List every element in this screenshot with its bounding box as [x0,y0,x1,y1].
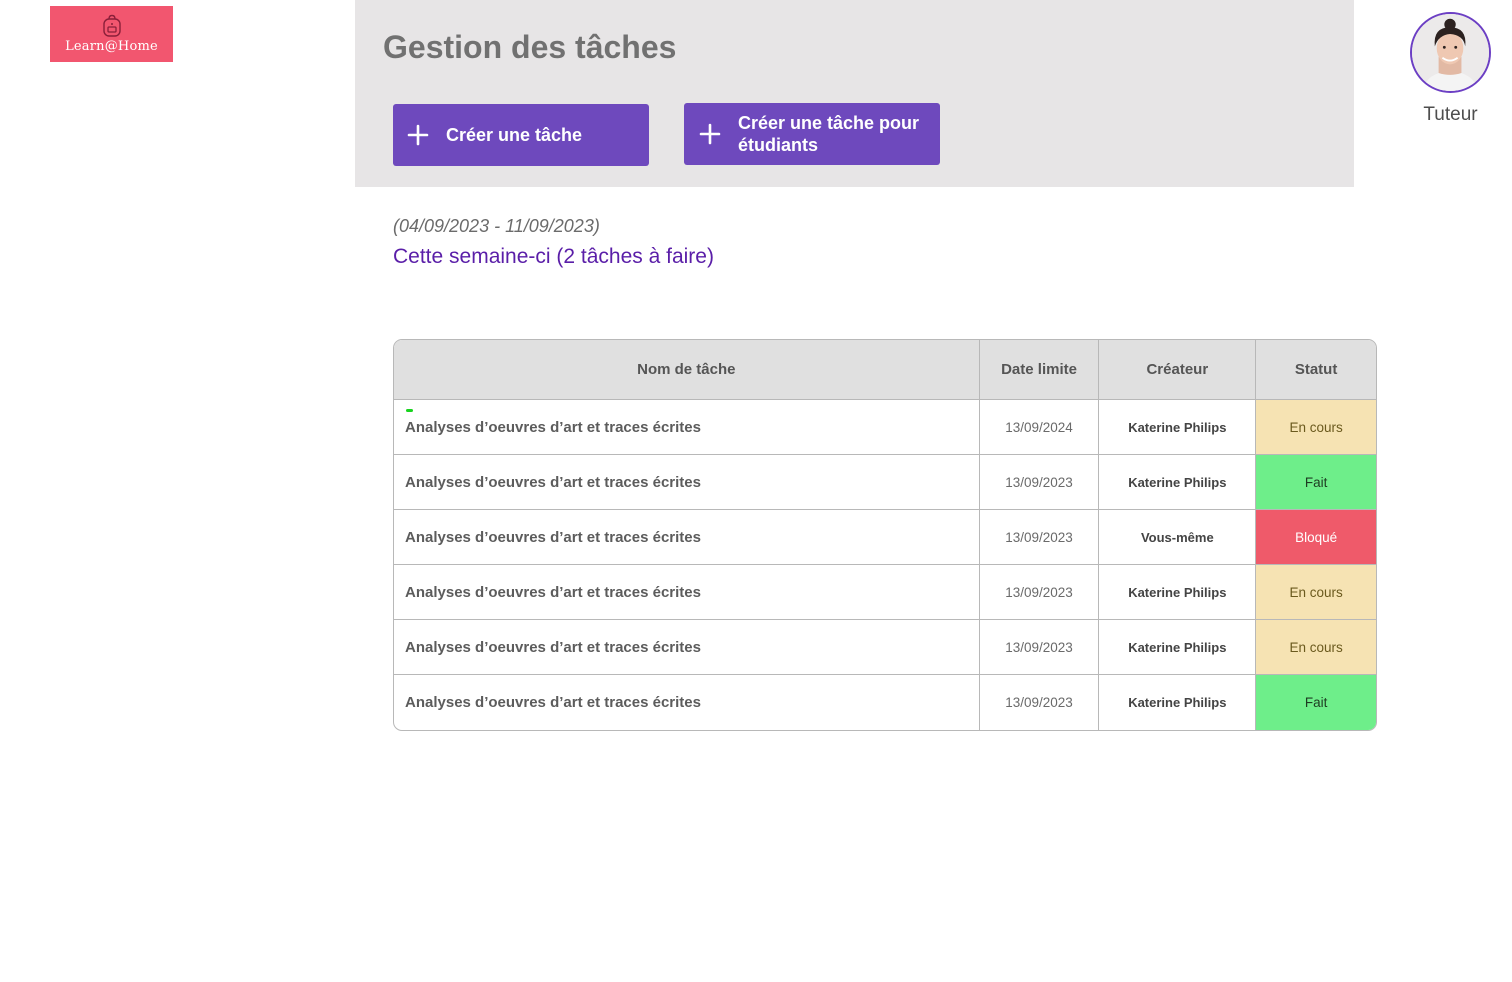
task-creator: Katerine Philips [1099,620,1257,675]
task-name-cell[interactable]: Analyses d’oeuvres d’art et traces écrit… [394,675,980,730]
user-role: Tuteur [1423,104,1478,125]
task-deadline: 13/09/2023 [980,675,1100,730]
status-badge[interactable]: Bloqué [1256,510,1376,565]
task-name-cell[interactable]: Analyses d’oeuvres d’art et traces écrit… [394,400,980,455]
status-badge[interactable]: En cours [1256,565,1376,620]
column-header-status[interactable]: Statut [1256,340,1376,400]
app-logo[interactable]: Learn@Home [50,6,173,62]
table-row[interactable]: Analyses d’oeuvres d’art et traces écrit… [394,400,1376,455]
task-name-cell[interactable]: Analyses d’oeuvres d’art et traces écrit… [394,455,980,510]
create-student-task-button[interactable]: Créer une tâche pour étudiants [684,103,940,165]
task-name: Analyses d’oeuvres d’art et traces écrit… [405,418,701,436]
create-student-task-label: Créer une tâche pour étudiants [738,113,920,155]
table-row[interactable]: Analyses d’oeuvres d’art et traces écrit… [394,620,1376,675]
table-row[interactable]: Analyses d’oeuvres d’art et traces écrit… [394,455,1376,510]
task-name: Analyses d’oeuvres d’art et traces écrit… [405,528,701,546]
task-name: Analyses d’oeuvres d’art et traces écrit… [405,583,701,601]
task-name-cell[interactable]: Analyses d’oeuvres d’art et traces écrit… [394,620,980,675]
task-name: Analyses d’oeuvres d’art et traces écrit… [405,638,701,656]
status-badge[interactable]: En cours [1256,620,1376,675]
create-task-label: Créer une tâche [446,125,583,145]
task-name: Analyses d’oeuvres d’art et traces écrit… [405,694,701,711]
logo-text: Learn@Home [65,39,158,54]
task-deadline: 13/09/2023 [979,510,1100,565]
status-badge[interactable]: En cours [1256,400,1376,455]
table-header-row: Nom de tâche Date limite Créateur Statut [394,340,1376,400]
task-deadline: 13/09/2023 [979,455,1100,510]
backpack-icon [102,14,121,37]
task-creator: Katerine Philips [1099,565,1257,620]
task-creator: Katerine Philips [1099,400,1257,455]
task-deadline: 13/09/2023 [979,565,1100,620]
task-name-cell[interactable]: Analyses d’oeuvres d’art et traces écrit… [394,510,980,565]
task-creator: Katerine Philips [1099,455,1257,510]
task-creator: Vous-même [1099,510,1257,565]
task-creator: Katerine Philips [1099,675,1257,730]
task-table: Nom de tâche Date limite Créateur Statut… [393,339,1377,731]
table-row[interactable]: Analyses d’oeuvres d’art et traces écrit… [394,510,1376,565]
task-deadline: 13/09/2023 [979,620,1100,675]
create-task-button[interactable]: Créer une tâche [393,104,649,166]
week-date-range: (04/09/2023 - 11/09/2023) [393,216,600,236]
plus-icon [407,124,429,146]
table-row[interactable]: Analyses d’oeuvres d’art et traces écrit… [394,565,1376,620]
task-name-cell[interactable]: Analyses d’oeuvres d’art et traces écrit… [394,565,980,620]
table-row[interactable]: Analyses d’oeuvres d’art et traces écrit… [394,675,1376,730]
avatar[interactable] [1410,12,1491,93]
task-deadline: 13/09/2024 [979,400,1100,455]
column-header-creator[interactable]: Créateur [1099,340,1257,400]
user-portrait [1412,14,1489,91]
task-name: Analyses d’oeuvres d’art et traces écrit… [405,473,701,491]
column-header-name[interactable]: Nom de tâche [394,340,980,400]
week-title: Cette semaine-ci (2 tâches à faire) [393,245,714,268]
new-task-indicator [406,409,413,412]
status-badge[interactable]: Fait [1256,455,1376,510]
status-badge[interactable]: Fait [1256,675,1376,730]
column-header-date[interactable]: Date limite [979,340,1100,400]
plus-icon [699,123,721,145]
page-title: Gestion des tâches [383,29,677,65]
header-panel: Gestion des tâches Créer une tâche Créer… [355,0,1354,187]
